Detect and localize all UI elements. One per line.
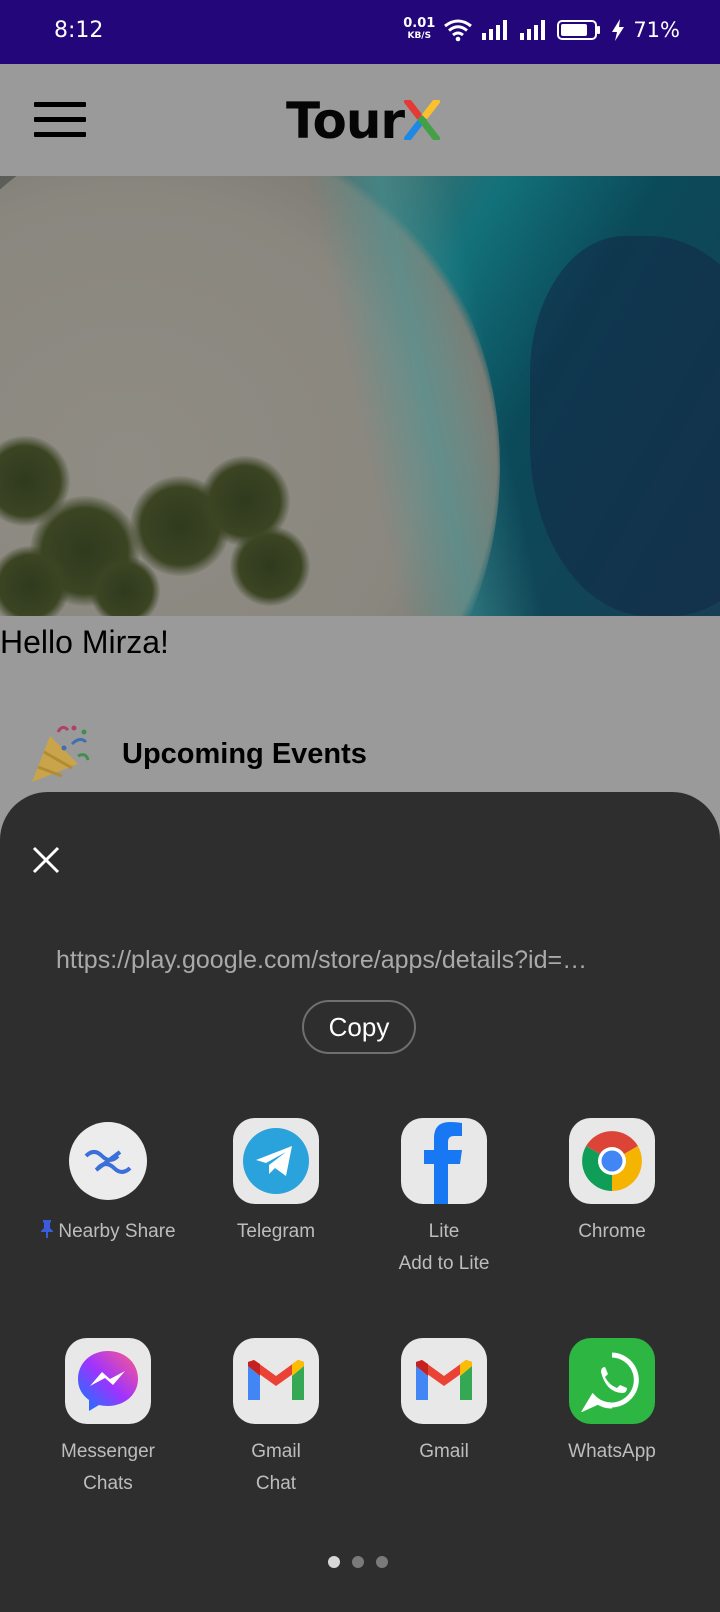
whatsapp-icon — [569, 1338, 655, 1424]
close-icon[interactable] — [28, 842, 64, 878]
app-sublabel-add-to-lite: Add to Lite — [398, 1253, 490, 1274]
charging-icon — [612, 19, 625, 41]
share-target-messenger[interactable]: Messenger Chats — [24, 1338, 192, 1500]
app-label-nearby-share: Nearby Share — [58, 1221, 176, 1242]
page-dot-2[interactable] — [352, 1556, 364, 1568]
share-target-telegram[interactable]: Telegram — [192, 1118, 360, 1248]
app-sublabel-chat: Chat — [255, 1473, 297, 1494]
share-target-gmail-chat[interactable]: Gmail Chat — [192, 1338, 360, 1500]
app-sublabel-chats: Chats — [83, 1473, 133, 1494]
app-label-whatsapp: WhatsApp — [568, 1441, 656, 1462]
share-target-nearby-share[interactable]: Nearby Share — [24, 1118, 192, 1248]
share-target-chrome[interactable]: Chrome — [528, 1118, 696, 1248]
share-target-facebook-lite[interactable]: Lite Add to Lite — [360, 1118, 528, 1280]
upcoming-events-header[interactable]: Upcoming Events — [28, 722, 367, 786]
wifi-icon — [444, 19, 473, 42]
app-label-messenger: Messenger — [61, 1441, 155, 1462]
messenger-icon — [65, 1338, 151, 1424]
greeting-text: Hello Mirza! — [0, 624, 169, 660]
net-speed-unit: KB/S — [407, 31, 432, 41]
share-target-whatsapp[interactable]: WhatsApp — [528, 1338, 696, 1468]
menu-icon[interactable] — [34, 102, 86, 138]
signal-icon-2 — [520, 20, 546, 40]
status-icons: 0.01 KB/S 71% — [403, 16, 680, 42]
facebook-icon — [401, 1118, 487, 1204]
party-popper-icon — [32, 725, 90, 782]
telegram-icon — [233, 1118, 319, 1204]
app-label-telegram: Telegram — [236, 1221, 316, 1242]
battery-percent: 71% — [633, 18, 680, 42]
app-label-gmail-2: Gmail — [419, 1441, 469, 1462]
page-dot-1[interactable] — [328, 1556, 340, 1568]
signal-icon-1 — [482, 20, 508, 40]
app-logo: Tour — [286, 92, 441, 150]
page-dot-3[interactable] — [376, 1556, 388, 1568]
app-label-chrome: Chrome — [578, 1221, 646, 1242]
share-target-gmail[interactable]: Gmail — [360, 1338, 528, 1468]
logo-text: Tour — [286, 92, 405, 150]
gmail-icon — [233, 1338, 319, 1424]
network-speed: 0.01 KB/S — [403, 16, 436, 41]
app-label-lite: Lite — [428, 1221, 460, 1242]
battery-icon — [557, 20, 601, 40]
logo-x-icon — [404, 100, 441, 140]
copy-button[interactable]: Copy — [302, 1000, 416, 1054]
hero-beach-image — [0, 176, 720, 616]
chrome-icon — [569, 1118, 655, 1204]
status-time: 8:12 — [54, 18, 104, 43]
share-url-text: https://play.google.com/store/apps/detai… — [56, 946, 588, 974]
upcoming-events-title: Upcoming Events — [122, 737, 367, 770]
app-header: Tour — [0, 64, 720, 176]
nearby-share-icon — [69, 1122, 147, 1200]
status-bar: 8:12 0.01 KB/S 71% — [0, 0, 720, 64]
share-sheet: https://play.google.com/store/apps/detai… — [0, 792, 720, 1612]
page-indicator — [328, 1556, 388, 1568]
gmail-icon — [401, 1338, 487, 1424]
net-speed-value: 0.01 — [403, 16, 436, 31]
pin-icon — [41, 1220, 54, 1238]
app-label-gmail: Gmail — [251, 1441, 301, 1462]
